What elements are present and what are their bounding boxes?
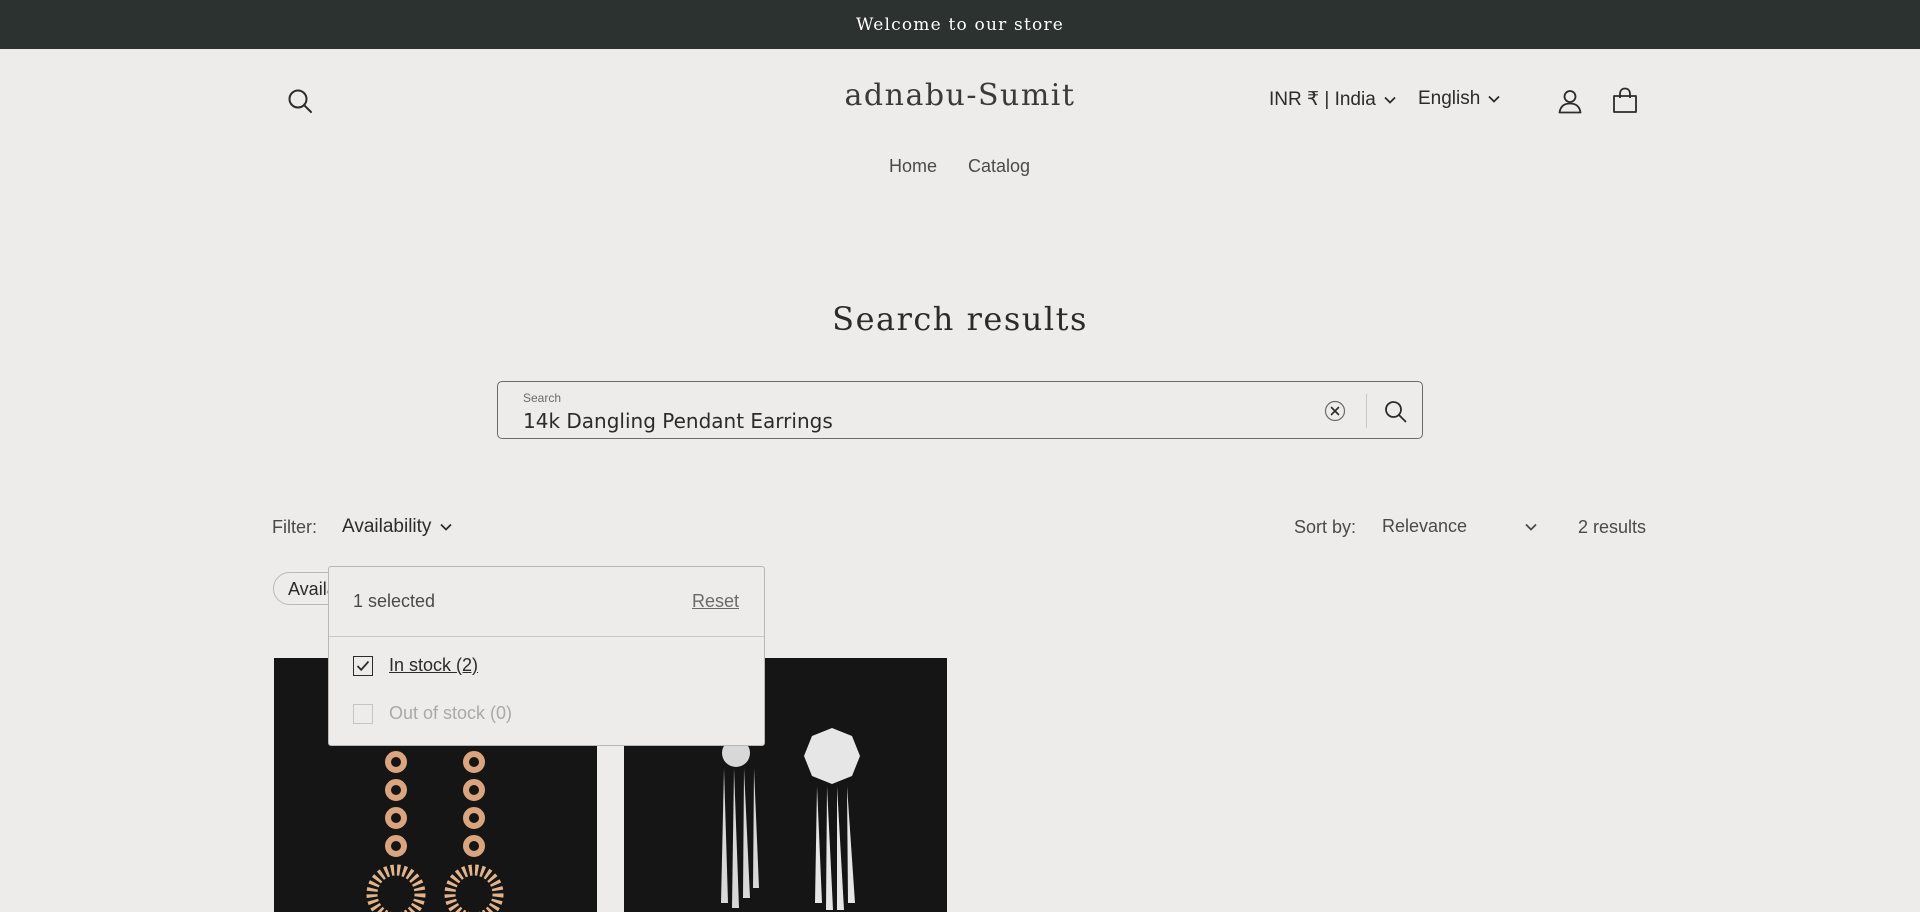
store-logo[interactable]: adnabu-Sumit xyxy=(760,78,1160,113)
selected-count: 1 selected xyxy=(353,591,436,611)
availability-panel-header: 1 selected Reset xyxy=(329,567,764,637)
chevron-down-icon xyxy=(1384,96,1396,104)
close-circle-icon xyxy=(1324,400,1346,422)
search-field[interactable]: Search 14k Dangling Pendant Earrings xyxy=(497,381,1423,439)
out-of-stock-checkbox xyxy=(353,703,373,724)
language-selector-label: English xyxy=(1418,88,1481,109)
filter-label: Filter: xyxy=(272,517,317,537)
header-search-button[interactable] xyxy=(283,86,317,116)
chevron-down-icon xyxy=(1525,523,1537,531)
search-icon xyxy=(1384,400,1406,422)
sort-select-value: Relevance xyxy=(1382,516,1468,536)
account-icon xyxy=(1558,90,1582,114)
language-selector[interactable]: English xyxy=(1418,88,1500,110)
checkmark-icon xyxy=(356,660,370,671)
clear-search-button[interactable] xyxy=(1323,399,1347,423)
search-field-label: Search xyxy=(523,391,562,405)
country-selector[interactable]: INR ₹ | India xyxy=(1269,88,1396,111)
nav-home[interactable]: Home xyxy=(889,156,937,177)
search-icon xyxy=(288,89,312,113)
search-input[interactable]: 14k Dangling Pendant Earrings xyxy=(523,409,833,433)
search-submit-button[interactable] xyxy=(1380,396,1410,426)
page-title: Search results xyxy=(832,300,1088,338)
out-of-stock-label: Out of stock (0) xyxy=(389,703,513,723)
availability-filter-panel: 1 selected Reset In stock (2) Out of sto… xyxy=(328,566,765,746)
filter-option-in-stock[interactable]: In stock (2) xyxy=(353,655,478,676)
availability-filter-label: Availability xyxy=(342,516,432,537)
nav-catalog[interactable]: Catalog xyxy=(968,156,1030,177)
sort-select[interactable]: Relevance xyxy=(1382,516,1537,537)
result-count: 2 results xyxy=(1578,517,1647,537)
in-stock-label: In stock (2) xyxy=(389,655,479,675)
chevron-down-icon xyxy=(440,523,453,531)
announcement-bar: Welcome to our store xyxy=(0,0,1920,49)
announcement-text: Welcome to our store xyxy=(855,14,1065,35)
cart-button[interactable] xyxy=(1609,85,1641,117)
country-selector-label: INR ₹ | India xyxy=(1269,89,1376,110)
search-divider xyxy=(1366,394,1367,428)
reset-filter-link[interactable]: Reset xyxy=(692,591,739,612)
in-stock-checkbox[interactable] xyxy=(353,655,373,676)
account-button[interactable] xyxy=(1554,86,1586,116)
availability-filter-dropdown[interactable]: Availability xyxy=(342,516,453,538)
filter-option-out-of-stock: Out of stock (0) xyxy=(353,703,512,724)
cart-icon xyxy=(1613,87,1637,113)
chevron-down-icon xyxy=(1488,95,1500,103)
sort-label: Sort by: xyxy=(1294,517,1357,537)
